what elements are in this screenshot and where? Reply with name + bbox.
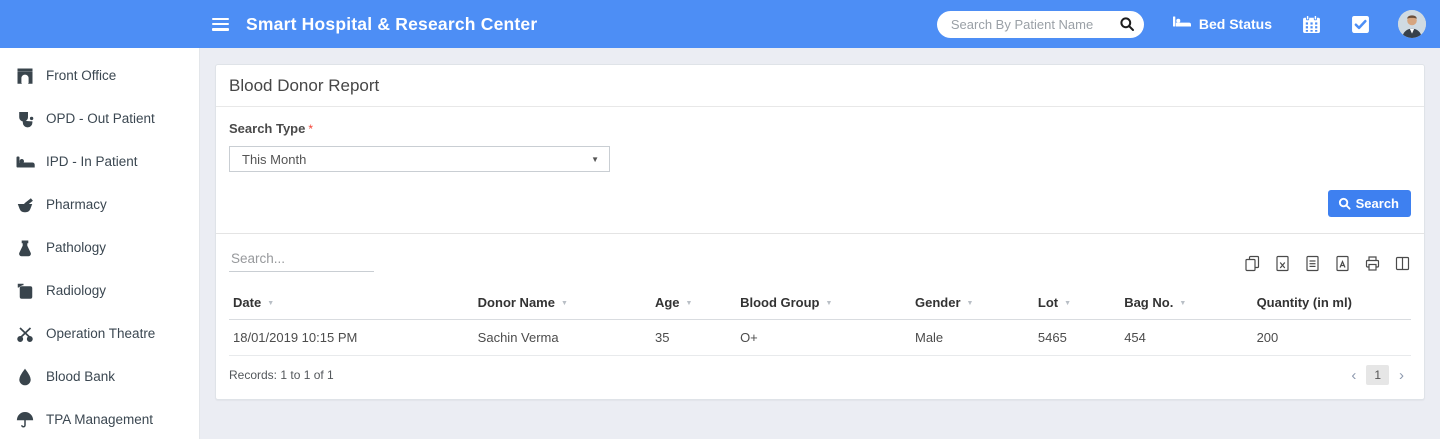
sidebar-nav: Front Office OPD - Out Patient IPD - In … [0, 48, 200, 439]
prev-page-button[interactable]: ‹ [1344, 367, 1363, 384]
cell-gender: Male [911, 320, 1034, 356]
cell-age: 35 [651, 320, 736, 356]
column-header-date[interactable]: Date▼ [229, 285, 474, 320]
search-type-label: Search Type [229, 121, 305, 136]
search-type-section: Search Type* This Month ▼ [216, 107, 1424, 172]
patient-search [937, 11, 1144, 38]
column-header-lot[interactable]: Lot▼ [1034, 285, 1120, 320]
sidebar-item-label: Front Office [46, 68, 116, 83]
sort-caret-icon: ▼ [967, 300, 974, 307]
app-header: Smart Hospital & Research Center Bed Sta… [0, 0, 1440, 48]
sort-caret-icon: ▼ [826, 300, 833, 307]
app-title: Smart Hospital & Research Center [246, 14, 537, 35]
column-header-quantity: Quantity (in ml) [1253, 285, 1411, 320]
sidebar-item-pharmacy[interactable]: Pharmacy [0, 183, 199, 226]
stethoscope-icon [15, 110, 35, 128]
column-header-bag-no[interactable]: Bag No.▼ [1120, 285, 1252, 320]
copy-icon[interactable] [1244, 255, 1261, 272]
button-row: Search [216, 172, 1424, 233]
main-content: Blood Donor Report Search Type* This Mon… [200, 48, 1440, 439]
sort-caret-icon: ▼ [561, 300, 568, 307]
bed-status-label: Bed Status [1199, 16, 1272, 32]
sidebar-item-blood-bank[interactable]: Blood Bank [0, 355, 199, 398]
sort-caret-icon: ▼ [1179, 300, 1186, 307]
cell-donor-name: Sachin Verma [474, 320, 651, 356]
column-header-age[interactable]: Age▼ [651, 285, 736, 320]
page-number-button[interactable]: 1 [1366, 365, 1389, 385]
records-summary: Records: 1 to 1 of 1 [229, 368, 334, 382]
search-type-select[interactable]: This Month ▼ [229, 146, 610, 172]
sidebar-item-label: Pathology [46, 240, 106, 255]
building-icon [15, 67, 35, 85]
sidebar-item-label: Blood Bank [46, 369, 115, 384]
sidebar-item-front-office[interactable]: Front Office [0, 54, 199, 97]
search-button[interactable]: Search [1328, 190, 1411, 217]
cell-blood-group: O+ [736, 320, 911, 356]
sidebar-item-label: Operation Theatre [46, 326, 155, 341]
pagination: ‹ 1 › [1344, 365, 1411, 385]
mortar-pestle-icon [15, 196, 35, 214]
sidebar-item-radiology[interactable]: Radiology [0, 269, 199, 312]
sort-caret-icon: ▼ [267, 300, 274, 307]
table-footer: Records: 1 to 1 of 1 ‹ 1 › [229, 365, 1411, 385]
sidebar-item-ipd[interactable]: IPD - In Patient [0, 140, 199, 183]
sidebar-item-label: OPD - Out Patient [46, 111, 155, 126]
xray-icon [15, 282, 35, 300]
sidebar-item-tpa[interactable]: TPA Management [0, 398, 199, 439]
cell-bag-no: 454 [1120, 320, 1252, 356]
search-icon[interactable] [1119, 16, 1135, 37]
sidebar-item-opd[interactable]: OPD - Out Patient [0, 97, 199, 140]
search-button-label: Search [1356, 196, 1399, 211]
header-actions: Bed Status [937, 10, 1426, 38]
column-header-gender[interactable]: Gender▼ [911, 285, 1034, 320]
user-avatar[interactable] [1398, 10, 1426, 38]
sidebar-item-label: Pharmacy [46, 197, 107, 212]
column-visibility-icon[interactable] [1394, 255, 1411, 272]
export-csv-icon[interactable] [1304, 255, 1321, 272]
table-header-row: Date▼ Donor Name▼ Age▼ Blood Group▼ Gend… [229, 285, 1411, 320]
table-filter-input[interactable] [229, 247, 374, 272]
chevron-down-icon: ▼ [591, 155, 599, 164]
scissors-icon [15, 325, 35, 343]
required-asterisk: * [308, 122, 313, 136]
sort-caret-icon: ▼ [1064, 300, 1071, 307]
bed-icon [15, 154, 35, 170]
column-header-donor-name[interactable]: Donor Name▼ [474, 285, 651, 320]
sidebar-item-operation-theatre[interactable]: Operation Theatre [0, 312, 199, 355]
sidebar-item-label: TPA Management [46, 412, 153, 427]
sidebar-item-label: Radiology [46, 283, 106, 298]
table-section: Date▼ Donor Name▼ Age▼ Blood Group▼ Gend… [216, 234, 1424, 399]
column-header-blood-group[interactable]: Blood Group▼ [736, 285, 911, 320]
cell-date: 18/01/2019 10:15 PM [229, 320, 474, 356]
export-toolbar [1231, 255, 1411, 272]
tasks-check-icon[interactable] [1351, 15, 1370, 34]
menu-toggle-icon[interactable] [212, 18, 229, 31]
umbrella-icon [15, 411, 35, 429]
table-tools [229, 247, 1411, 272]
export-pdf-icon[interactable] [1334, 255, 1351, 272]
cell-quantity: 200 [1253, 320, 1411, 356]
table-row[interactable]: 18/01/2019 10:15 PM Sachin Verma 35 O+ M… [229, 320, 1411, 356]
print-icon[interactable] [1364, 255, 1381, 272]
export-excel-icon[interactable] [1274, 255, 1291, 272]
bed-status-button[interactable]: Bed Status [1172, 14, 1272, 34]
blood-donor-report-card: Blood Donor Report Search Type* This Mon… [215, 64, 1425, 400]
patient-search-input[interactable] [937, 11, 1144, 38]
flask-icon [15, 239, 35, 257]
search-type-value: This Month [242, 152, 306, 167]
sort-caret-icon: ▼ [686, 300, 693, 307]
calendar-icon[interactable] [1302, 15, 1321, 34]
sidebar-item-pathology[interactable]: Pathology [0, 226, 199, 269]
page-title: Blood Donor Report [216, 65, 1424, 107]
sidebar-item-label: IPD - In Patient [46, 154, 138, 169]
next-page-button[interactable]: › [1392, 367, 1411, 384]
bed-icon [1172, 14, 1192, 34]
cell-lot: 5465 [1034, 320, 1120, 356]
blood-donor-table: Date▼ Donor Name▼ Age▼ Blood Group▼ Gend… [229, 285, 1411, 356]
blood-drop-icon [15, 368, 35, 386]
search-icon [1338, 197, 1351, 210]
